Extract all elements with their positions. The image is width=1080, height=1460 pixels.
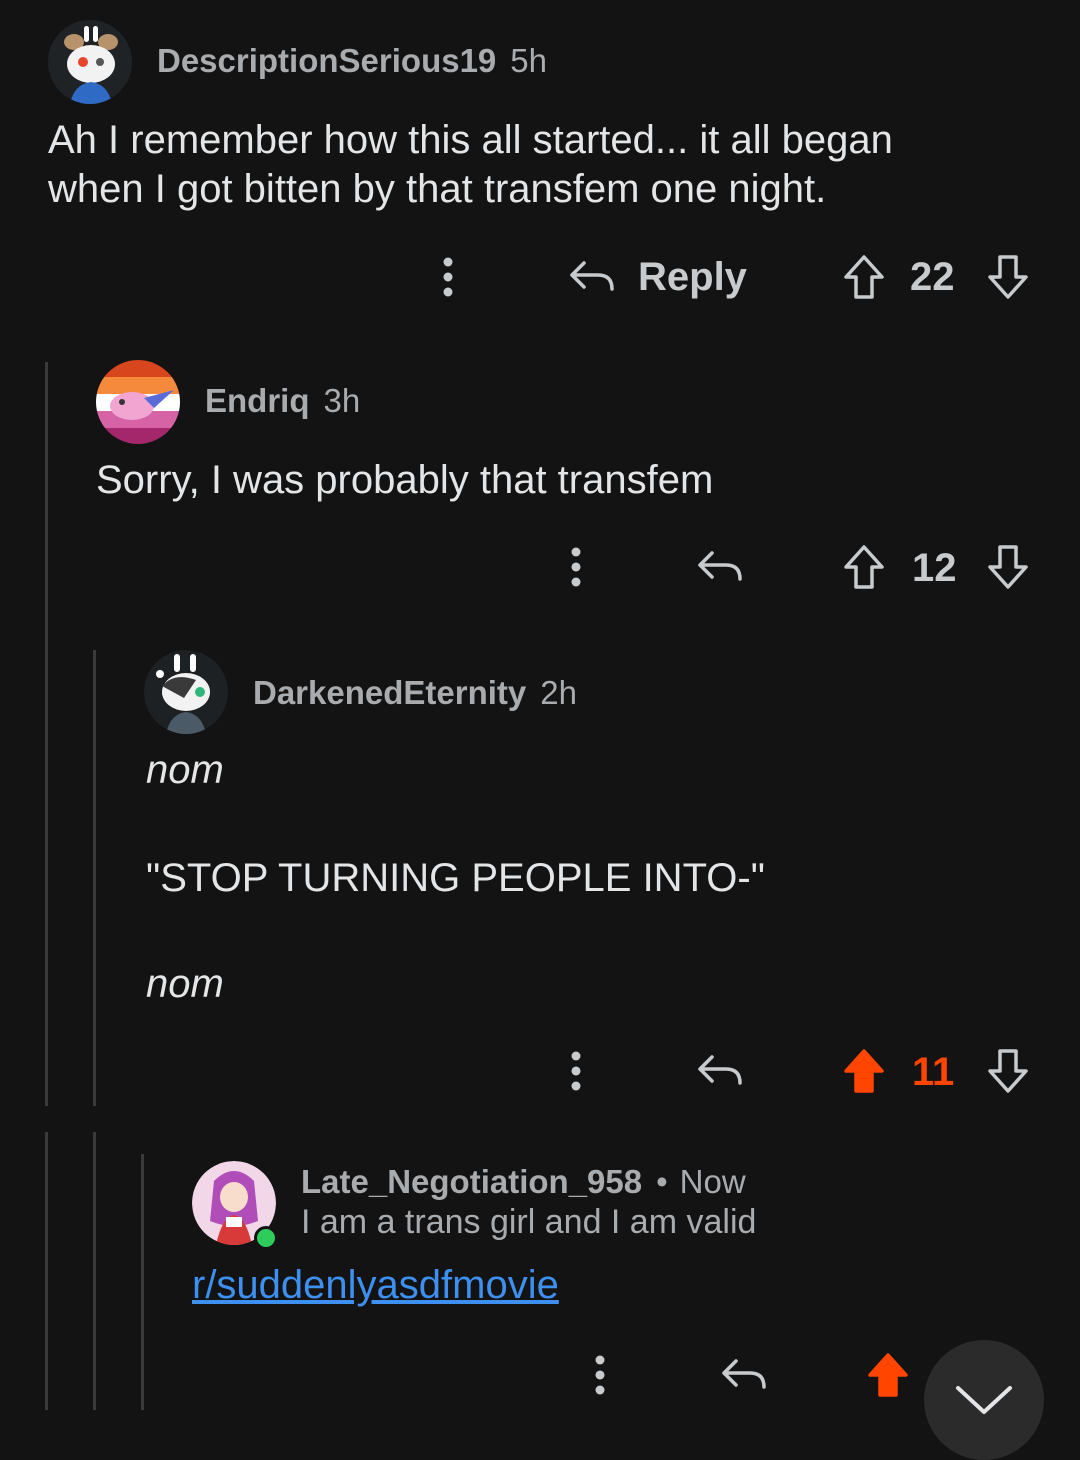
comment-timestamp: 5h [510,42,547,79]
reply-arrow-icon [722,1359,766,1389]
reply-button[interactable] [696,542,744,592]
reply-button[interactable] [696,1046,744,1096]
thread-line-level-3[interactable] [141,1154,144,1410]
thread-line-level-1[interactable] [45,362,48,1106]
more-options-button[interactable] [554,1046,598,1096]
downvote-button[interactable] [984,1044,1032,1098]
upvote-arrow-icon [844,545,884,589]
vote-count: 11 [912,1050,955,1094]
more-vertical-icon [443,257,453,297]
reply-button[interactable] [720,1350,768,1400]
downvote-button[interactable] [984,540,1032,594]
chevron-down-icon [956,1386,1012,1414]
upvote-button-active[interactable] [864,1348,912,1402]
comment-body-line: nom [146,962,224,1006]
online-status-dot [254,1226,278,1250]
comment-body: Sorry, I was probably that transfem [96,456,1046,505]
comment-username[interactable]: Late_Negotiation_958 • Now [301,1163,746,1201]
reply-arrow-icon [698,551,742,581]
downvote-button[interactable] [984,250,1032,304]
user-flair: I am a trans girl and I am valid [301,1203,757,1241]
separator-dot: • [656,1163,668,1200]
comment-username[interactable]: Endriq 3h [205,382,360,420]
upvote-button[interactable] [840,250,888,304]
reply-button[interactable]: Reply [568,252,747,302]
username-text[interactable]: Endriq [205,382,310,419]
upvote-arrow-icon [844,1049,884,1093]
comment-body: Ah I remember how this all started... it… [48,116,1048,214]
more-vertical-icon [571,1051,581,1091]
reply-arrow-icon [698,1055,742,1085]
more-options-button[interactable] [578,1350,622,1400]
upvote-button[interactable] [840,540,888,594]
downvote-arrow-icon [988,1049,1028,1093]
comment-line: Sorry, I was probably that transfem [96,458,714,502]
downvote-arrow-icon [988,255,1028,299]
comment-username[interactable]: DescriptionSerious19 5h [157,42,547,80]
username-text[interactable]: DescriptionSerious19 [157,42,496,79]
comment-line: Ah I remember how this all started... it… [48,118,893,162]
upvote-arrow-icon [868,1353,908,1397]
thread-line-level-2b[interactable] [93,1132,96,1410]
thread-line-level-1b[interactable] [45,1132,48,1410]
upvote-arrow-icon [844,255,884,299]
username-text[interactable]: DarkenedEternity [253,674,526,711]
comment-line: when I got bitten by that transfem one n… [48,167,827,211]
comment-username[interactable]: DarkenedEternity 2h [253,674,577,712]
more-vertical-icon [571,547,581,587]
reply-label: Reply [638,254,747,299]
downvote-arrow-icon [988,545,1028,589]
comment-timestamp: 2h [540,674,577,711]
avatar[interactable] [48,20,132,104]
more-vertical-icon [595,1355,605,1395]
vote-count: 22 [910,255,955,299]
comment-body-line: nom [146,748,224,792]
avatar[interactable] [96,360,180,444]
comment-body-line: "STOP TURNING PEOPLE INTO-" [146,856,765,900]
upvote-button-active[interactable] [840,1044,888,1098]
comment-timestamp: 3h [323,382,361,419]
subreddit-link[interactable]: r/suddenlyasdfmovie [192,1263,559,1308]
more-options-button[interactable] [426,252,470,302]
vote-count: 12 [912,546,957,590]
scroll-next-comment-button[interactable] [924,1340,1044,1460]
reply-arrow-icon [570,261,614,291]
username-text[interactable]: Late_Negotiation_958 [301,1163,642,1200]
avatar[interactable] [144,650,228,734]
thread-line-level-2[interactable] [93,650,96,1106]
more-options-button[interactable] [554,542,598,592]
comment-timestamp: Now [679,1163,746,1200]
